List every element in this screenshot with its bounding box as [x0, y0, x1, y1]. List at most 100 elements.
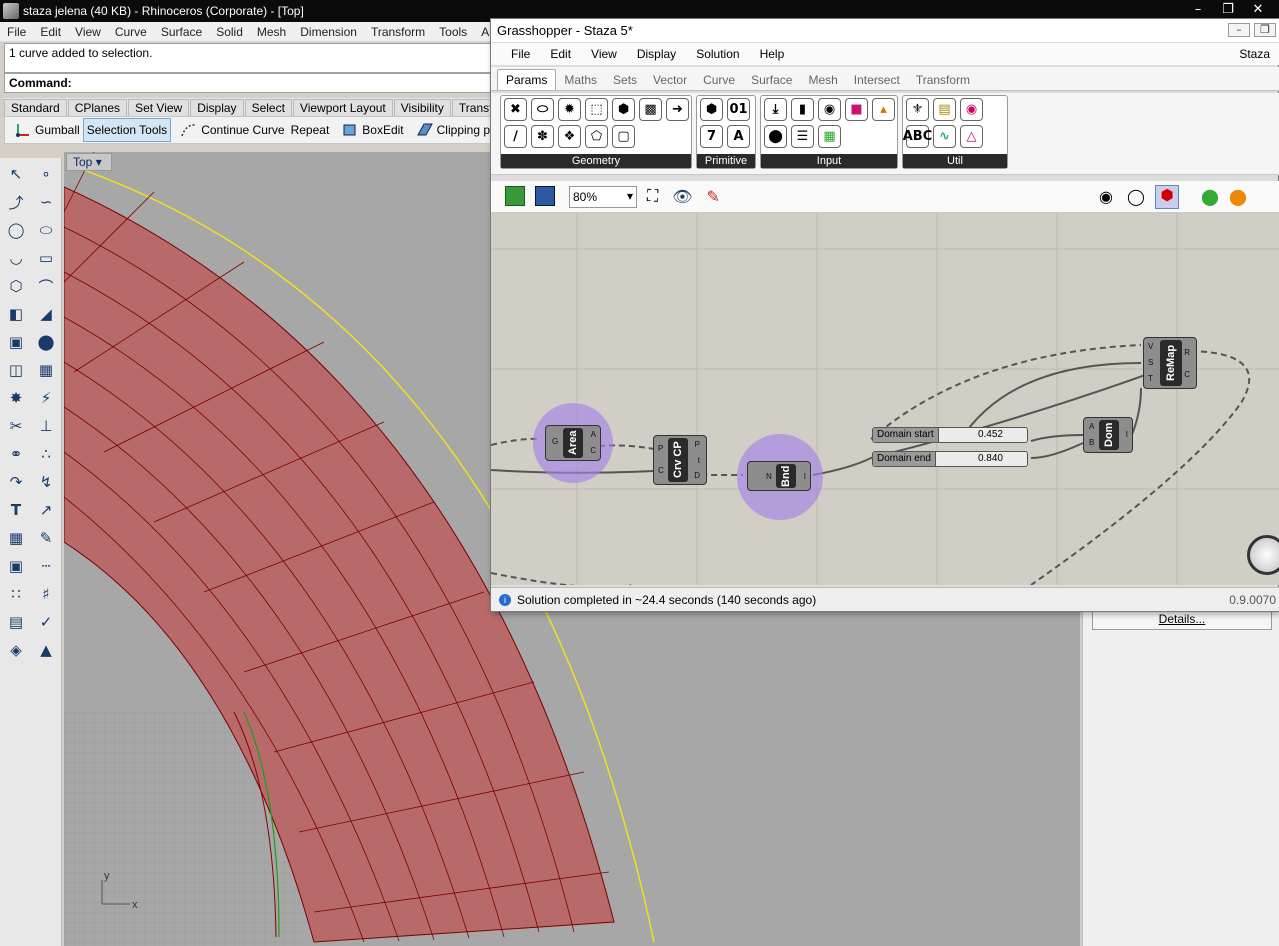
zoom-extents-icon[interactable]: ⛶: [647, 188, 658, 206]
param-surface-icon[interactable]: ⬚: [585, 98, 608, 121]
param-line-icon[interactable]: ∕: [504, 125, 527, 148]
boolean-icon[interactable]: ⚭: [4, 442, 28, 466]
menu-surface[interactable]: Surface: [154, 25, 209, 39]
sketch-pen-icon[interactable]: ✎: [707, 187, 720, 207]
blend-icon[interactable]: ↯: [34, 470, 58, 494]
gh-tab-sets[interactable]: Sets: [605, 70, 645, 90]
param-vector-icon[interactable]: ➜: [666, 98, 689, 121]
crvcp-component[interactable]: P C P t D Crv CP: [653, 435, 707, 485]
menu-transform[interactable]: Transform: [364, 25, 432, 39]
layer-icon[interactable]: ◈: [4, 638, 28, 662]
remap-component[interactable]: V S T R C ReMap: [1143, 337, 1197, 389]
menu-tools[interactable]: Tools: [432, 25, 474, 39]
param-geometry-icon[interactable]: ✽: [531, 125, 554, 148]
tab-display[interactable]: Display: [190, 99, 244, 116]
group-input-label[interactable]: Input: [761, 154, 897, 168]
grid-array-icon[interactable]: ∷: [4, 582, 28, 606]
util-panel-icon[interactable]: ▤: [933, 98, 956, 121]
input-knob-icon[interactable]: ◉: [818, 98, 841, 121]
mesh-icon[interactable]: ▦: [34, 358, 58, 382]
util-graph-icon[interactable]: ∿: [933, 125, 956, 148]
menu-edit[interactable]: Edit: [33, 25, 68, 39]
check-icon[interactable]: ✓: [34, 610, 58, 634]
param-field-icon[interactable]: ▢: [612, 125, 635, 148]
open-file-icon[interactable]: [505, 186, 525, 206]
circle-icon[interactable]: ◯: [4, 218, 28, 242]
selection-tools-button[interactable]: Selection Tools: [82, 118, 172, 142]
offset-icon[interactable]: ↷: [4, 470, 28, 494]
input-list-icon[interactable]: ☰: [791, 125, 814, 148]
explode-icon[interactable]: ✸: [4, 386, 28, 410]
box-icon[interactable]: ▣: [4, 330, 28, 354]
close-icon[interactable]: ✕: [1245, 1, 1271, 19]
cube-icon[interactable]: ▣: [4, 554, 28, 578]
group-primitive-label[interactable]: Primitive: [697, 154, 755, 168]
tab-set-view[interactable]: Set View: [128, 99, 190, 116]
menu-curve[interactable]: Curve: [108, 25, 154, 39]
input-button-icon[interactable]: ⬤: [764, 125, 787, 148]
preview-selected-icon[interactable]: ⬢: [1155, 185, 1179, 209]
param-curve-icon[interactable]: ✹: [558, 98, 581, 121]
text-icon[interactable]: T: [4, 498, 28, 522]
select-arrow-icon[interactable]: ↖: [4, 162, 28, 186]
gh-tab-vector[interactable]: Vector: [645, 70, 695, 90]
util-flask-icon[interactable]: △: [960, 125, 983, 148]
boxedit-button[interactable]: BoxEdit: [332, 118, 406, 142]
gh-menu-edit[interactable]: Edit: [540, 47, 581, 61]
restore-icon[interactable]: ❐: [1215, 1, 1241, 19]
sweep-icon[interactable]: ◢: [34, 302, 58, 326]
gh-tab-intersect[interactable]: Intersect: [846, 70, 908, 90]
repeat-button[interactable]: Repeat: [288, 118, 333, 142]
tab-viewport-layout[interactable]: Viewport Layout: [292, 99, 393, 116]
extend-icon[interactable]: ⊥: [34, 414, 58, 438]
gh-tab-surface[interactable]: Surface: [743, 70, 800, 90]
gh-menu-help[interactable]: Help: [750, 47, 795, 61]
render-icon[interactable]: ▲: [34, 638, 58, 662]
param-text-icon[interactable]: A: [727, 125, 750, 148]
dom-component[interactable]: A B I Dom: [1083, 417, 1133, 453]
gh-tab-maths[interactable]: Maths: [556, 70, 605, 90]
polygon-icon[interactable]: ⬡: [4, 274, 28, 298]
gh-menu-file[interactable]: File: [501, 47, 540, 61]
trim-icon[interactable]: ✂: [4, 414, 28, 438]
navigation-compass-icon[interactable]: [1247, 535, 1279, 575]
preview-shaded-icon[interactable]: ◯: [1127, 187, 1145, 207]
menu-file[interactable]: File: [0, 25, 33, 39]
input-graph-icon[interactable]: ▴: [872, 98, 895, 121]
gh-minimize-icon[interactable]: –: [1228, 23, 1250, 37]
param-number-icon[interactable]: 7: [700, 125, 723, 148]
gh-tab-mesh[interactable]: Mesh: [800, 70, 845, 90]
gh-tab-params[interactable]: Params: [497, 69, 557, 90]
input-colour-icon[interactable]: ■: [845, 98, 868, 121]
util-tree-icon[interactable]: ⚜: [906, 98, 929, 121]
param-brep-icon[interactable]: ⬢: [612, 98, 635, 121]
rectangle-icon[interactable]: ▭: [34, 246, 58, 270]
preview-eye-icon[interactable]: 👁: [672, 187, 692, 207]
minimize-icon[interactable]: –: [1185, 1, 1211, 19]
domain-end-slider[interactable]: Domain end 0.840: [872, 451, 1028, 467]
menu-mesh[interactable]: Mesh: [250, 25, 293, 39]
tab-standard[interactable]: Standard: [4, 99, 67, 116]
area-component[interactable]: G A C Area: [545, 425, 601, 461]
param-mesh-icon[interactable]: ▩: [639, 98, 662, 121]
tab-visibility[interactable]: Visibility: [393, 99, 451, 116]
arc-icon[interactable]: ◡: [4, 246, 28, 270]
gh-restore-icon[interactable]: ❐: [1254, 23, 1276, 37]
param-circle-icon[interactable]: ⬭: [531, 98, 554, 121]
preview-wire-icon[interactable]: ◉: [1099, 187, 1113, 207]
array-icon[interactable]: ▦: [4, 526, 28, 550]
menu-dimension[interactable]: Dimension: [293, 25, 364, 39]
clipping-plane-button[interactable]: Clipping pl: [407, 118, 494, 142]
param-integer-icon[interactable]: 01: [727, 98, 750, 121]
zoom-select[interactable]: 80%: [569, 185, 637, 208]
align-icon[interactable]: ♯: [34, 582, 58, 606]
command-prompt[interactable]: Command:: [4, 73, 495, 93]
group-geometry-label[interactable]: Geometry: [501, 154, 691, 168]
input-import-icon[interactable]: ⤓: [764, 98, 787, 121]
group-util-label[interactable]: Util: [903, 154, 1007, 168]
bnd-component[interactable]: N I Bnd: [747, 461, 811, 491]
gh-tab-transform[interactable]: Transform: [908, 70, 978, 90]
util-sphere-icon[interactable]: ◉: [960, 98, 983, 121]
cylinder-icon[interactable]: ◫: [4, 358, 28, 382]
group-icon[interactable]: ∴: [34, 442, 58, 466]
